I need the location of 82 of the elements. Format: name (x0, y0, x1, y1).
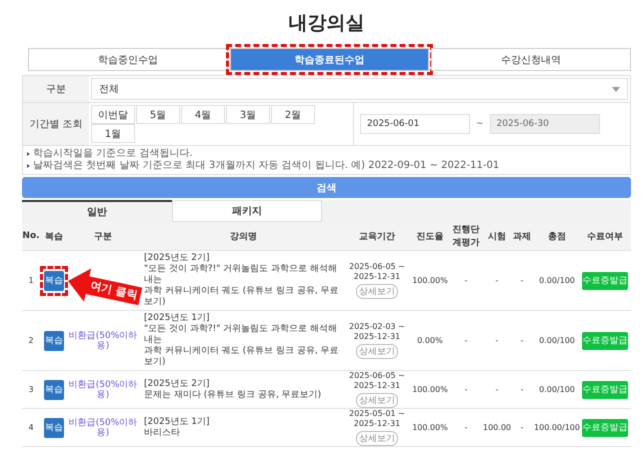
table-cell: - (520, 276, 524, 285)
course-type: 비환급(50%이하용) (68, 418, 138, 438)
course-title: [2025년도 1기] 바리스타 (144, 416, 210, 440)
course-title: [2025년도 2기] "모든 것이 과학?!" 거위놀림도 과학으로 해석해내는 과학 커뮤니케이터 궤도 (유튜브 링크 공유, 무료보기) (144, 252, 340, 309)
search-button[interactable]: 검색 (22, 177, 631, 198)
total-score: 0.00/100 (539, 385, 575, 394)
tab[interactable]: 패키지 (172, 200, 322, 222)
category-select[interactable]: 전체 (91, 78, 628, 100)
row-number: 1 (28, 276, 34, 285)
dropdown-icon (612, 86, 620, 92)
table-cell: - (496, 276, 498, 285)
note-text: 학습시작일을 기준으로 검색됩니다. (33, 148, 193, 160)
end-date-field[interactable]: 2025-06-30 (490, 114, 600, 134)
detail-button[interactable]: 상세보기 (356, 393, 398, 408)
total-score: 100.00/100 (534, 423, 580, 432)
column-header: 진도율 (416, 230, 444, 244)
detail-button[interactable]: 상세보기 (356, 431, 398, 446)
row-number: 2 (28, 336, 34, 345)
review-button[interactable]: 복습 (44, 270, 64, 290)
column-header: 수료여부 (586, 230, 624, 244)
tab[interactable]: 수강신청내역 (431, 48, 632, 71)
column-header: 시험 (487, 230, 507, 244)
education-period: 2025-06-05 ~ 2025-12-31 (348, 371, 406, 391)
column-header: 총점 (547, 230, 567, 244)
progress-rate: 100.00% (412, 385, 448, 394)
total-score: 0.00/100 (539, 336, 575, 345)
month-button[interactable]: 1월 (91, 124, 135, 143)
certificate-button[interactable]: 수료증발급 (582, 332, 628, 350)
table-cell: - (520, 423, 524, 432)
date-separator: ~ (476, 119, 484, 129)
row-number: 4 (28, 423, 34, 432)
note-text: 날짜검색은 첫번째 날짜 기준으로 최대 3개월까지 자동 검색이 됩니다. 예) 2022-09-01 ~ 2022-11-01 (33, 160, 500, 172)
review-button[interactable]: 복습 (44, 380, 64, 400)
table-cell: - (496, 336, 498, 345)
page-title: 내강의실 (288, 11, 366, 36)
certificate-button[interactable]: 수료증발급 (582, 272, 628, 290)
course-type: 비환급(50%이하용) (68, 330, 138, 350)
column-header: 구분 (93, 230, 113, 244)
month-button[interactable]: 5월 (136, 105, 180, 124)
table-cell: - (464, 423, 468, 432)
month-button[interactable]: 이번달 (91, 105, 135, 124)
certificate-button[interactable]: 수료증발급 (582, 380, 628, 398)
month-button[interactable]: 3월 (226, 105, 270, 124)
progress-rate: 100.00% (412, 423, 448, 432)
arrow-label: 여기 클릭 (88, 278, 140, 304)
detail-button[interactable]: 상세보기 (356, 344, 398, 359)
highlight-frame (40, 266, 68, 296)
month-button[interactable]: 4월 (181, 105, 225, 124)
column-header: 진행단계평가 (452, 224, 480, 250)
bullet-icon (27, 164, 30, 168)
column-header: 과제 (512, 230, 532, 244)
column-header: 복습 (44, 230, 64, 244)
table-cell: - (520, 385, 524, 394)
column-header: 교육기간 (358, 230, 396, 244)
total-score: 0.00/100 (539, 276, 575, 285)
education-period: 2025-05-01 ~ 2025-12-31 (348, 409, 406, 429)
table-cell: - (464, 385, 468, 394)
month-button[interactable]: 2월 (271, 105, 315, 124)
row-number: 3 (28, 385, 34, 394)
detail-button[interactable]: 상세보기 (356, 284, 398, 299)
start-date-field[interactable]: 2025-06-01 (360, 114, 470, 134)
education-period: 2025-06-05 ~ 2025-12-31 (348, 262, 406, 282)
table-cell: - (496, 385, 498, 394)
tab[interactable]: 학습중인수업 (28, 48, 228, 71)
education-period: 2025-02-03 ~ 2025-12-31 (348, 322, 406, 342)
column-header: 강의명 (229, 230, 258, 244)
progress-rate: 100.00% (412, 276, 448, 285)
filter-label: 기간별 조회 (23, 103, 89, 145)
course-type: 비환급(50%이하용) (68, 380, 138, 400)
table-cell: - (464, 276, 468, 285)
table-cell: 100.00 (483, 423, 511, 432)
table-cell: - (464, 336, 468, 345)
review-button[interactable]: 복습 (44, 330, 64, 350)
column-header: No. (22, 230, 40, 243)
progress-rate: 0.00% (417, 336, 443, 345)
table-cell: - (520, 336, 524, 345)
course-title: [2025년도 2기] 문제는 재미다 (유튜브 링크 공유, 무료보기) (144, 378, 322, 402)
course-title: [2025년도 1기] "모든 것이 과학?!" 거위놀림도 과학으로 해석해내는 과학 커뮤니케이터 궤도 (유튜브 링크 공유, 무료보기) (144, 312, 340, 369)
certificate-button[interactable]: 수료증발급 (582, 418, 628, 436)
review-button[interactable]: 복습 (44, 418, 64, 438)
bullet-icon (27, 152, 30, 156)
filter-label: 구분 (23, 76, 89, 102)
